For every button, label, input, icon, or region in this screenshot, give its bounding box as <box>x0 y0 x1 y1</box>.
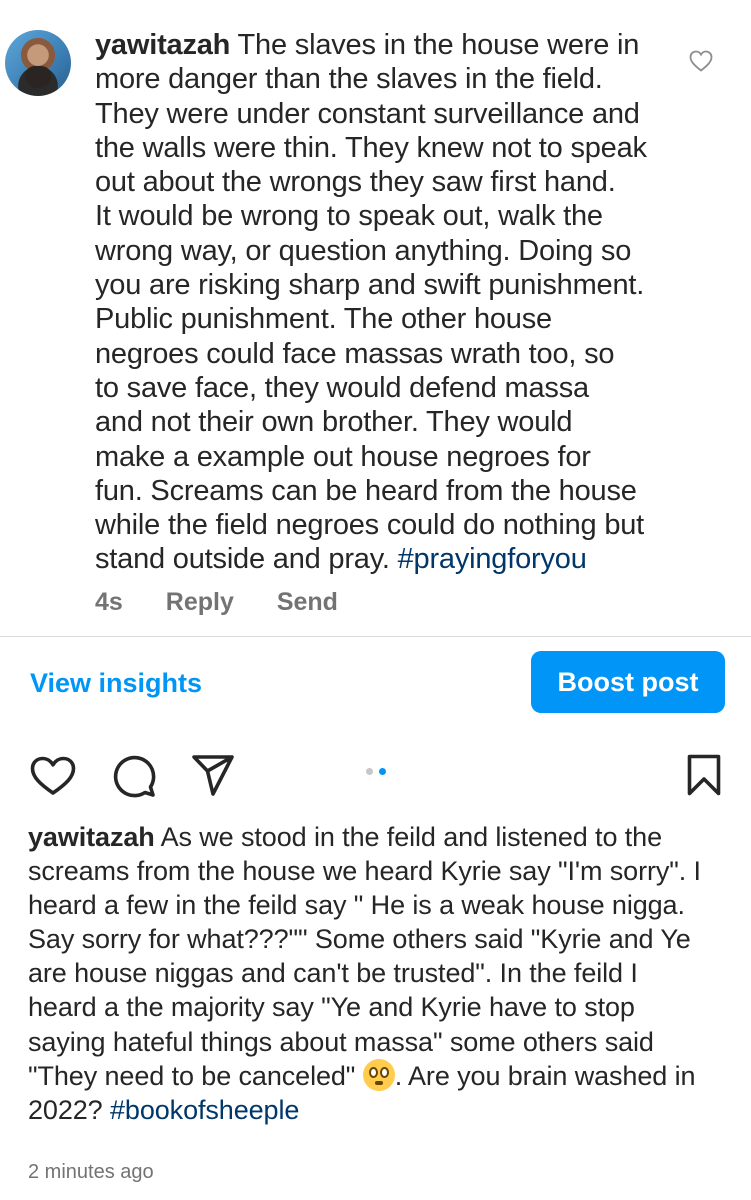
flushed-face-emoji <box>362 1058 395 1091</box>
comment-line: you are risking sharp and swift punishme… <box>95 269 645 302</box>
comment: yawitazah The slaves in the house were i… <box>0 0 751 636</box>
comment-line: It would be wrong to speak out, walk the <box>95 200 603 233</box>
caption-line: are house niggas and can't be trusted". … <box>28 958 638 989</box>
post-caption: yawitazah As we stood in the feild and l… <box>28 820 728 1127</box>
caption-line: heard a few in the feild say " He is a w… <box>28 890 685 921</box>
comment-hashtag[interactable]: #prayingforyou <box>398 543 587 575</box>
save-icon[interactable] <box>687 754 721 796</box>
caption-line: heard a the majority say "Ye and Kyrie h… <box>28 992 635 1023</box>
caption-line: "They need to be canceled" <box>28 1060 356 1091</box>
comment-line: negroes could face massas wrath too, so <box>95 337 615 370</box>
caption-line: . Are you brain washed in <box>394 1060 696 1091</box>
caption-line: 2022? <box>28 1094 103 1125</box>
comment-meta: 4s Reply Send <box>95 588 374 617</box>
comment-icon[interactable] <box>112 754 156 798</box>
caption-hashtag[interactable]: #bookofsheeple <box>110 1095 299 1125</box>
comment-line: stand outside and pray. <box>95 543 390 576</box>
view-insights-link[interactable]: View insights <box>30 668 202 699</box>
caption-username[interactable]: yawitazah <box>28 822 155 852</box>
carousel-indicator <box>366 768 386 775</box>
divider <box>0 636 751 637</box>
comment-line: make a example out house negroes for <box>95 440 591 473</box>
comment-line: the walls were thin. They knew not to sp… <box>95 131 647 164</box>
comment-line: to save face, they would defend massa <box>95 371 589 404</box>
comment-text: yawitazah The slaves in the house were i… <box>95 28 675 577</box>
comment-line: out about the wrongs they saw first hand… <box>95 166 616 199</box>
boost-post-button[interactable]: Boost post <box>531 651 725 713</box>
comment-line: They were under constant surveillance an… <box>95 97 640 130</box>
caption-line: Say sorry for what???"" Some others said… <box>28 924 691 955</box>
send-button[interactable]: Send <box>277 588 338 616</box>
comment-username[interactable]: yawitazah <box>95 29 230 61</box>
comment-time: 4s <box>95 588 123 616</box>
share-icon[interactable] <box>191 754 235 798</box>
avatar[interactable] <box>5 30 71 96</box>
comment-line: The slaves in the house were in <box>237 29 640 61</box>
caption-line: saying hateful things about massa" some … <box>28 1026 654 1057</box>
carousel-dot-active <box>379 768 386 775</box>
comment-line: wrong way, or question anything. Doing s… <box>95 234 632 267</box>
comment-line: fun. Screams can be heard from the house <box>95 474 637 507</box>
like-icon[interactable] <box>30 756 76 796</box>
reply-button[interactable]: Reply <box>166 588 234 616</box>
carousel-dot <box>366 768 373 775</box>
comment-line: more danger than the slaves in the field… <box>95 63 603 96</box>
like-comment-icon[interactable] <box>689 50 713 72</box>
comment-line: and not their own brother. They would <box>95 406 573 439</box>
comment-line: while the field negroes could do nothing… <box>95 509 645 542</box>
post-timestamp: 2 minutes ago <box>28 1161 154 1183</box>
caption-line: screams from the house we heard Kyrie sa… <box>28 856 701 887</box>
comment-line: Public punishment. The other house <box>95 303 552 336</box>
caption-line: As we stood in the feild and listened to… <box>160 822 663 852</box>
